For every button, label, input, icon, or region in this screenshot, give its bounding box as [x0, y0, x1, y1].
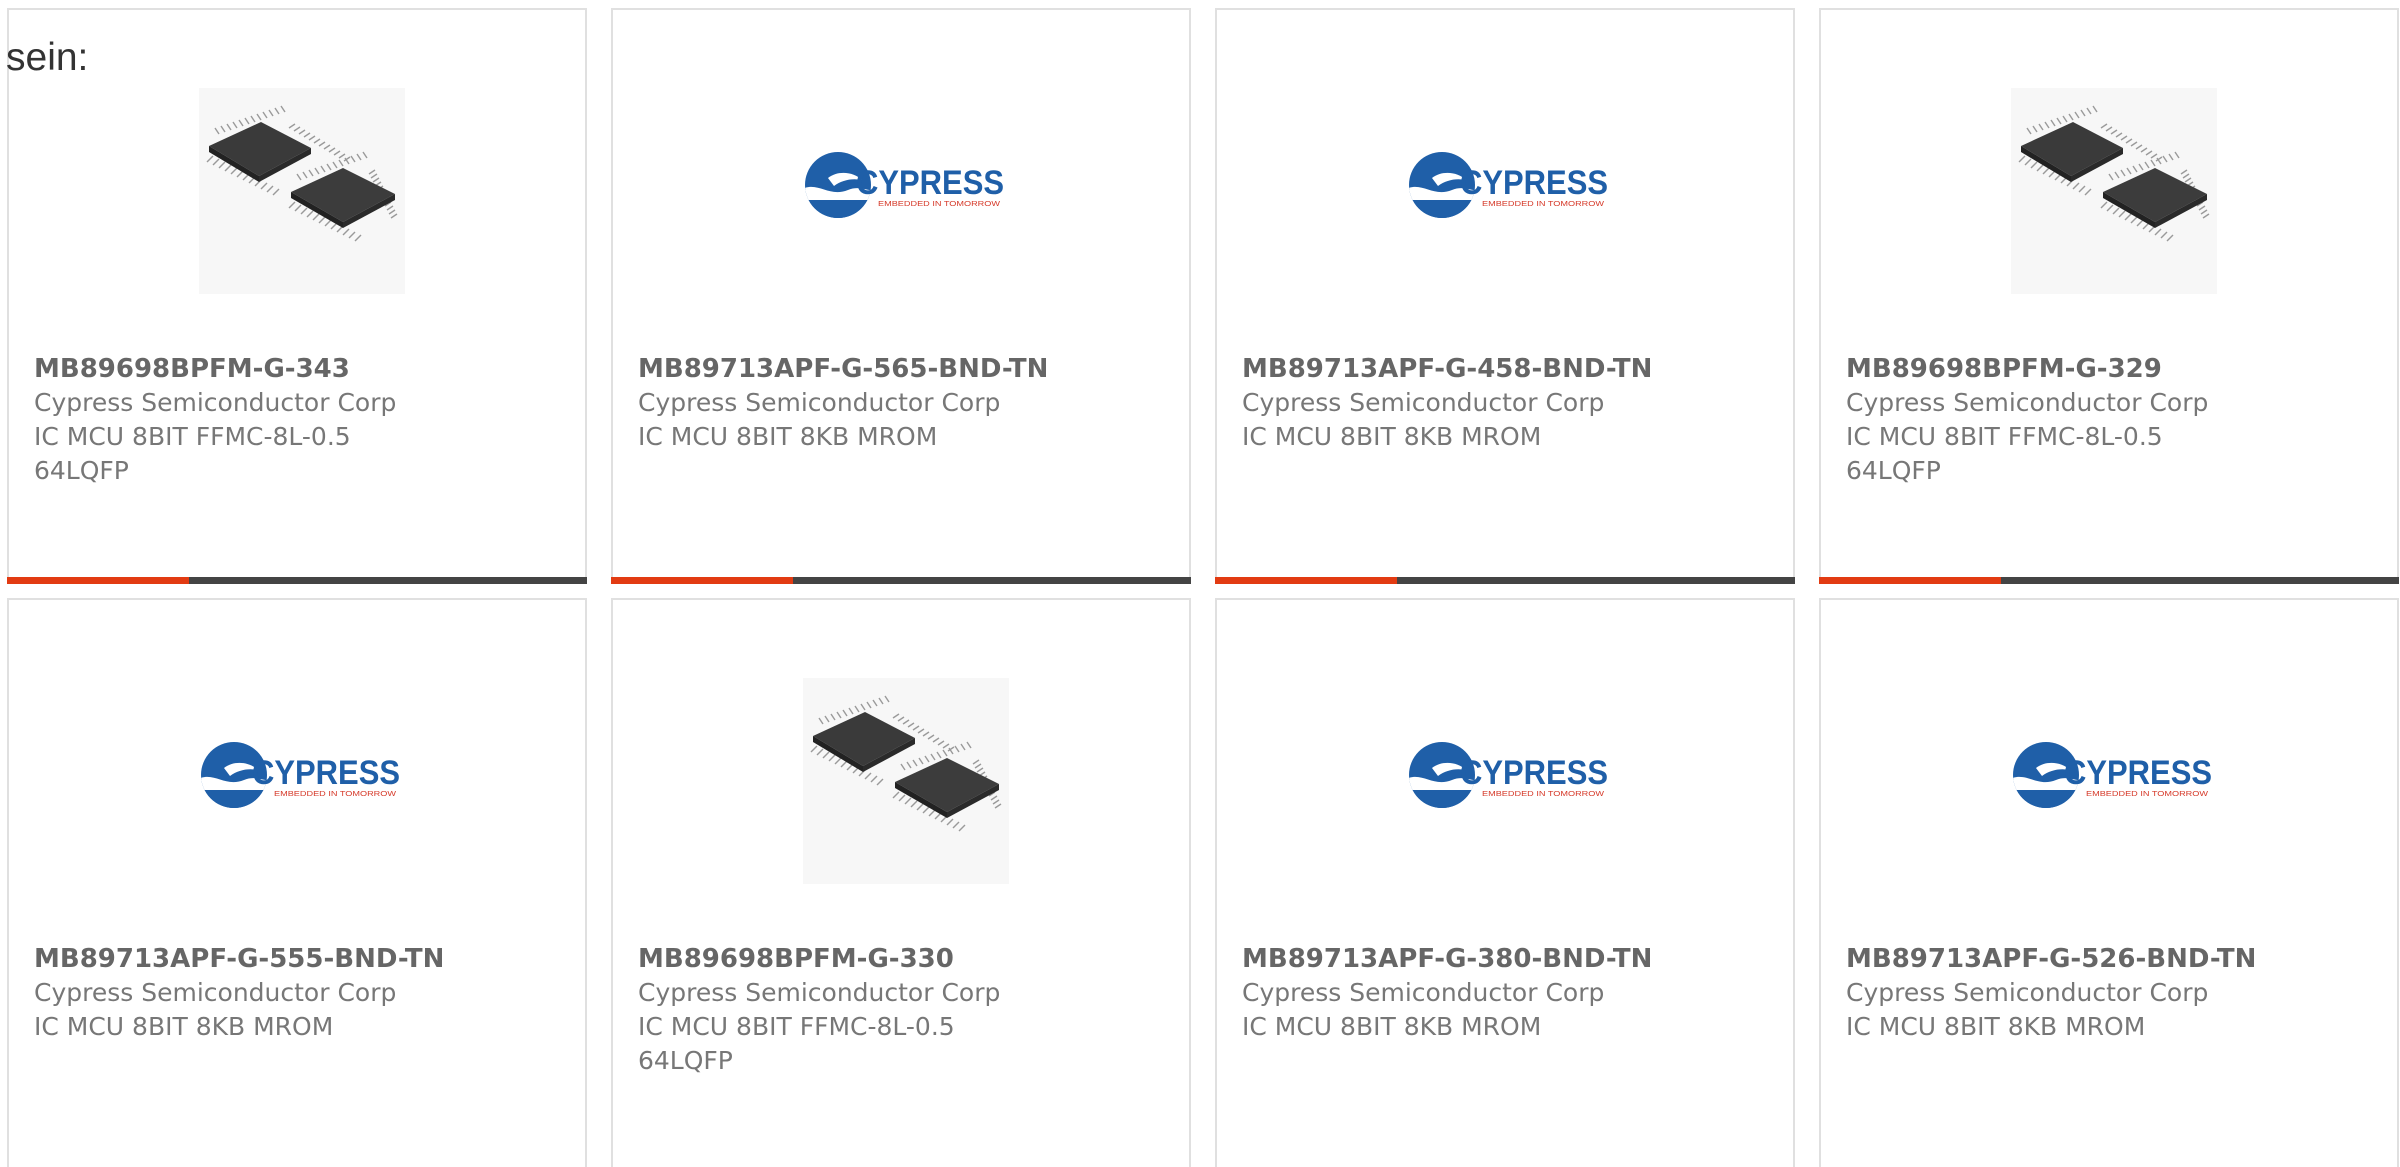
product-card[interactable]: MB89698BPFM-G-343 Cypress Semiconductor … [7, 8, 587, 584]
product-card[interactable]: CYPRESS EMBEDDED IN TOMORROW MB89713APF-… [1215, 8, 1795, 584]
card-accent-bar [1819, 577, 2001, 584]
product-info: MB89698BPFM-G-330 Cypress Semiconductor … [638, 942, 1179, 1078]
product-card[interactable]: CYPRESS EMBEDDED IN TOMORROW MB89713APF-… [1819, 598, 2399, 1167]
product-description: IC MCU 8BIT 8KB MROM [34, 1012, 334, 1041]
cypress-logo[interactable]: CYPRESS EMBEDDED IN TOMORROW [2006, 740, 2216, 810]
cypress-logo[interactable]: CYPRESS EMBEDDED IN TOMORROW [1402, 740, 1612, 810]
product-card[interactable]: CYPRESS EMBEDDED IN TOMORROW MB89713APF-… [7, 598, 587, 1167]
product-manufacturer: Cypress Semiconductor Corp [638, 388, 1001, 417]
product-manufacturer: Cypress Semiconductor Corp [34, 388, 397, 417]
svg-text:EMBEDDED IN TOMORROW: EMBEDDED IN TOMORROW [1482, 791, 1605, 798]
svg-text:CYPRESS: CYPRESS [1460, 164, 1608, 202]
product-manufacturer: Cypress Semiconductor Corp [34, 978, 397, 1007]
chip-photo-icon [199, 88, 405, 294]
product-card[interactable]: CYPRESS EMBEDDED IN TOMORROW MB89713APF-… [1215, 598, 1795, 1167]
cypress-logo-icon: CYPRESS EMBEDDED IN TOMORROW [2013, 742, 2212, 808]
product-card[interactable]: CYPRESS EMBEDDED IN TOMORROW MB89713APF-… [611, 8, 1191, 584]
product-part-number[interactable]: MB89713APF-G-458-BND-TN [1242, 352, 1783, 386]
product-part-number[interactable]: MB89698BPFM-G-343 [34, 352, 575, 386]
svg-text:EMBEDDED IN TOMORROW: EMBEDDED IN TOMORROW [1482, 201, 1605, 208]
product-description: IC MCU 8BIT 8KB MROM [1846, 1012, 2146, 1041]
product-description: IC MCU 8BIT 8KB MROM [638, 422, 938, 451]
product-info: MB89713APF-G-380-BND-TN Cypress Semicond… [1242, 942, 1783, 1044]
card-accent-bar [611, 577, 793, 584]
cypress-logo[interactable]: CYPRESS EMBEDDED IN TOMORROW [798, 150, 1008, 220]
cypress-logo-icon: CYPRESS EMBEDDED IN TOMORROW [1409, 742, 1608, 808]
product-image[interactable] [1821, 10, 2397, 350]
product-info: MB89713APF-G-565-BND-TN Cypress Semicond… [638, 352, 1179, 454]
product-info: MB89698BPFM-G-343 Cypress Semiconductor … [34, 352, 575, 488]
cypress-logo[interactable]: CYPRESS EMBEDDED IN TOMORROW [194, 740, 404, 810]
card-accent-bar [1215, 577, 1397, 584]
product-description: IC MCU 8BIT FFMC-8L-0.5 64LQFP [638, 1012, 955, 1075]
product-part-number[interactable]: MB89713APF-G-380-BND-TN [1242, 942, 1783, 976]
chip-photo[interactable] [803, 678, 1009, 884]
product-image[interactable]: CYPRESS EMBEDDED IN TOMORROW [9, 600, 585, 940]
product-description: IC MCU 8BIT 8KB MROM [1242, 1012, 1542, 1041]
product-info: MB89713APF-G-526-BND-TN Cypress Semicond… [1846, 942, 2387, 1044]
cypress-logo-icon: CYPRESS EMBEDDED IN TOMORROW [805, 152, 1004, 218]
product-info: MB89713APF-G-555-BND-TN Cypress Semicond… [34, 942, 575, 1044]
product-description: IC MCU 8BIT FFMC-8L-0.5 64LQFP [34, 422, 351, 485]
product-info: MB89698BPFM-G-329 Cypress Semiconductor … [1846, 352, 2387, 488]
product-part-number[interactable]: MB89713APF-G-555-BND-TN [34, 942, 575, 976]
card-accent-bar [7, 577, 189, 584]
svg-text:EMBEDDED IN TOMORROW: EMBEDDED IN TOMORROW [274, 791, 397, 798]
intro-text: sein: [6, 36, 89, 79]
card-bottom-bar [1819, 577, 2399, 584]
product-card[interactable]: MB89698BPFM-G-329 Cypress Semiconductor … [1819, 8, 2399, 584]
product-grid-page: sein: MB89698BPFM-G-343 Cypress Semicond… [0, 0, 2400, 1167]
product-image[interactable]: CYPRESS EMBEDDED IN TOMORROW [1821, 600, 2397, 940]
svg-text:CYPRESS: CYPRESS [856, 164, 1004, 202]
product-grid: MB89698BPFM-G-343 Cypress Semiconductor … [0, 0, 2400, 1167]
product-part-number[interactable]: MB89713APF-G-565-BND-TN [638, 352, 1179, 386]
svg-text:CYPRESS: CYPRESS [2064, 754, 2212, 792]
product-manufacturer: Cypress Semiconductor Corp [1242, 978, 1605, 1007]
product-image[interactable] [9, 10, 585, 350]
svg-text:CYPRESS: CYPRESS [252, 754, 400, 792]
svg-text:CYPRESS: CYPRESS [1460, 754, 1608, 792]
product-description: IC MCU 8BIT FFMC-8L-0.5 64LQFP [1846, 422, 2163, 485]
svg-text:EMBEDDED IN TOMORROW: EMBEDDED IN TOMORROW [2086, 791, 2209, 798]
card-bottom-bar [1215, 577, 1795, 584]
svg-text:EMBEDDED IN TOMORROW: EMBEDDED IN TOMORROW [878, 201, 1001, 208]
product-manufacturer: Cypress Semiconductor Corp [1846, 388, 2209, 417]
product-part-number[interactable]: MB89713APF-G-526-BND-TN [1846, 942, 2387, 976]
product-manufacturer: Cypress Semiconductor Corp [638, 978, 1001, 1007]
cypress-logo-icon: CYPRESS EMBEDDED IN TOMORROW [1409, 152, 1608, 218]
chip-photo[interactable] [199, 88, 405, 294]
cypress-logo[interactable]: CYPRESS EMBEDDED IN TOMORROW [1402, 150, 1612, 220]
chip-photo-icon [2011, 88, 2217, 294]
product-part-number[interactable]: MB89698BPFM-G-329 [1846, 352, 2387, 386]
product-image[interactable] [613, 600, 1189, 940]
card-bottom-bar [7, 577, 587, 584]
product-manufacturer: Cypress Semiconductor Corp [1242, 388, 1605, 417]
product-image[interactable]: CYPRESS EMBEDDED IN TOMORROW [613, 10, 1189, 350]
product-card[interactable]: MB89698BPFM-G-330 Cypress Semiconductor … [611, 598, 1191, 1167]
product-manufacturer: Cypress Semiconductor Corp [1846, 978, 2209, 1007]
card-bottom-bar [611, 577, 1191, 584]
cypress-logo-icon: CYPRESS EMBEDDED IN TOMORROW [201, 742, 400, 808]
product-image[interactable]: CYPRESS EMBEDDED IN TOMORROW [1217, 600, 1793, 940]
chip-photo-icon [803, 678, 1009, 884]
product-image[interactable]: CYPRESS EMBEDDED IN TOMORROW [1217, 10, 1793, 350]
product-info: MB89713APF-G-458-BND-TN Cypress Semicond… [1242, 352, 1783, 454]
product-description: IC MCU 8BIT 8KB MROM [1242, 422, 1542, 451]
chip-photo[interactable] [2011, 88, 2217, 294]
product-part-number[interactable]: MB89698BPFM-G-330 [638, 942, 1179, 976]
